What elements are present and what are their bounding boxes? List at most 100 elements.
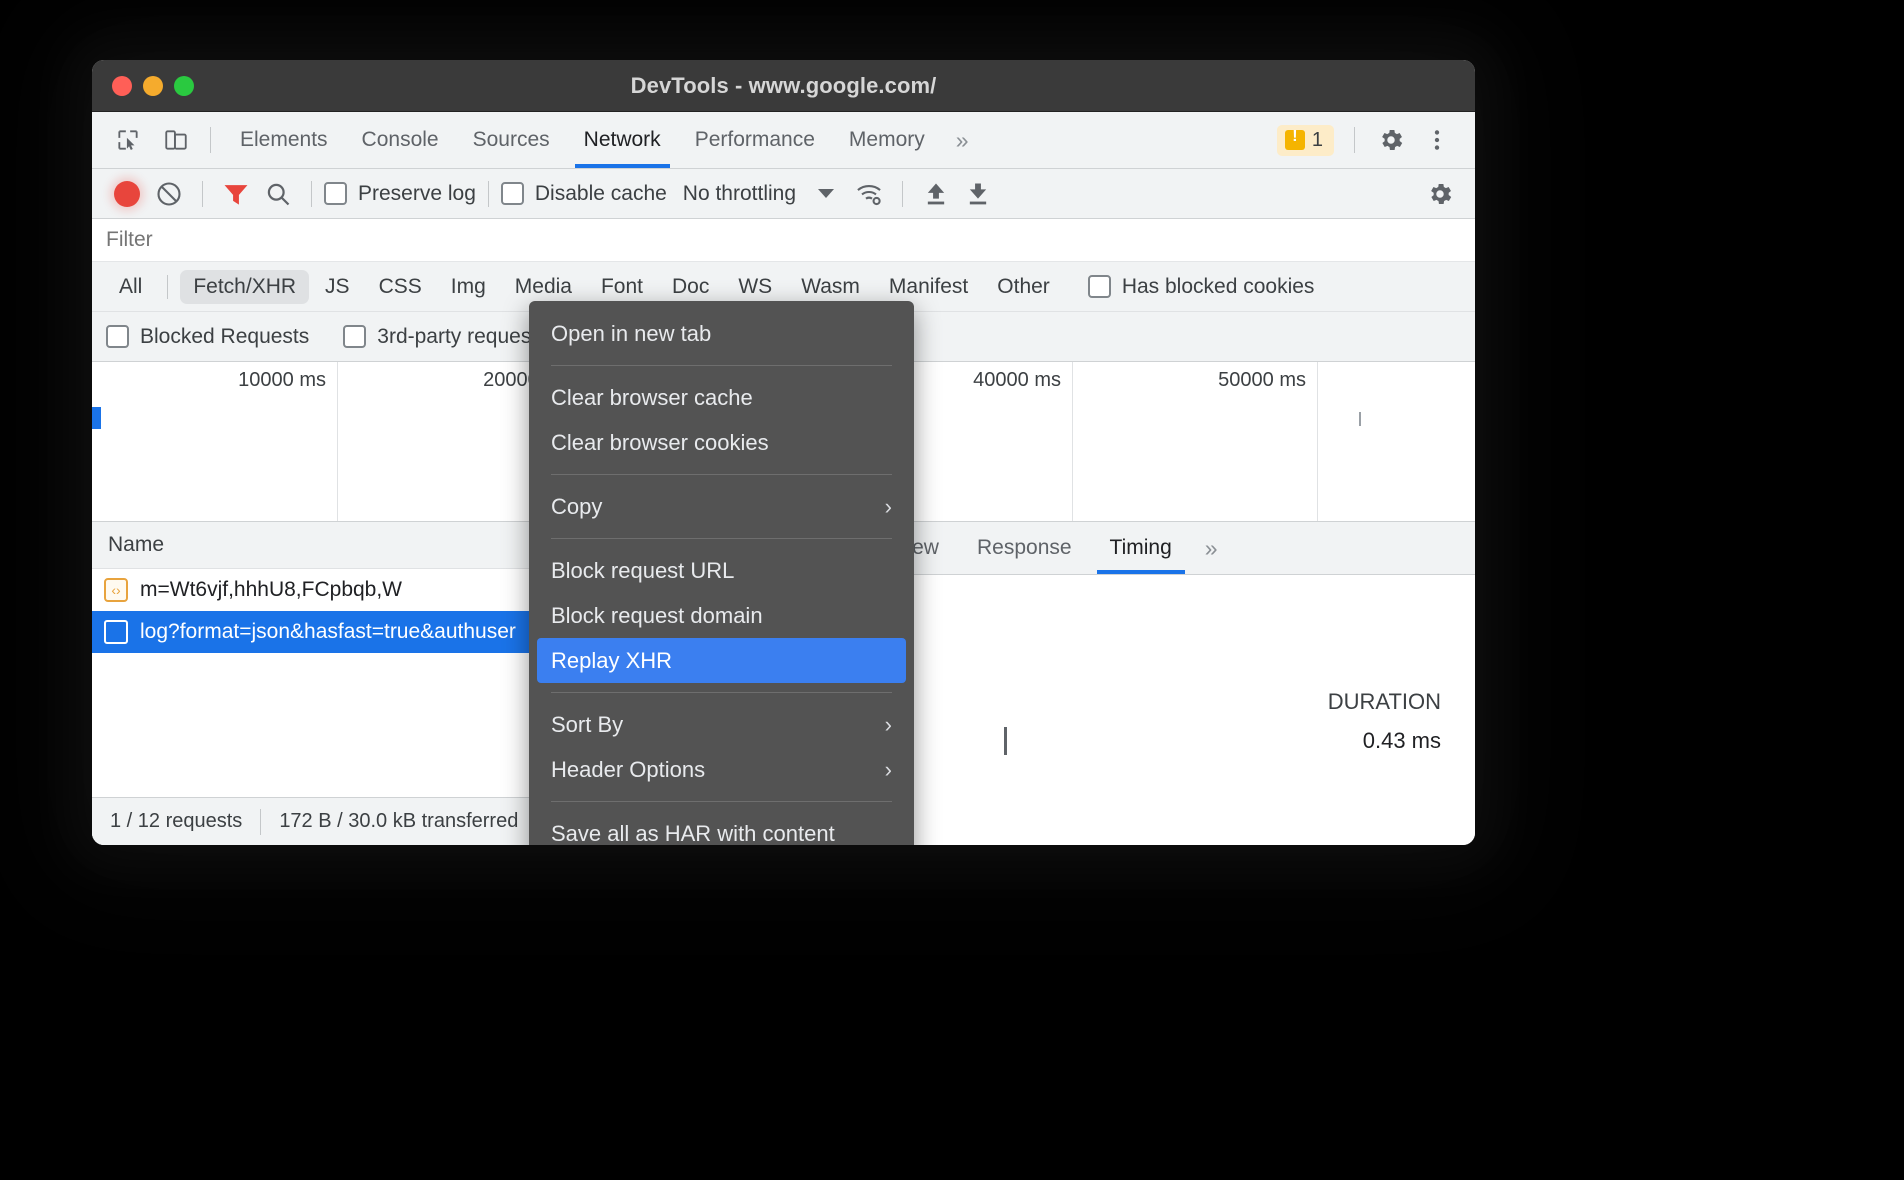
has-blocked-cookies-checkbox[interactable]: Has blocked cookies: [1088, 275, 1315, 299]
download-icon[interactable]: [957, 173, 999, 215]
menu-item-save-all-as-har[interactable]: Save all as HAR with content: [529, 811, 914, 845]
disable-cache-checkbox[interactable]: Disable cache: [501, 182, 667, 206]
type-filter-js[interactable]: JS: [312, 270, 363, 304]
menu-item-block-request-domain[interactable]: Block request domain: [529, 593, 914, 638]
network-settings-gear-icon[interactable]: [1419, 173, 1461, 215]
record-dot-icon: [114, 181, 140, 207]
tab-memory[interactable]: Memory: [832, 112, 942, 168]
menu-separator-1: [551, 365, 892, 366]
submenu-chevron-icon: ›: [885, 757, 892, 783]
warning-count-label: 1: [1312, 129, 1323, 152]
timing-row-track: [956, 727, 1363, 755]
menu-item-header-options[interactable]: Header Options ›: [529, 747, 914, 792]
type-filter-ws[interactable]: WS: [725, 270, 785, 304]
tab-elements[interactable]: Elements: [223, 112, 345, 168]
menu-item-sort-by[interactable]: Sort By ›: [529, 702, 914, 747]
tab-response[interactable]: Response: [958, 522, 1091, 574]
request-list-column-name[interactable]: Name: [92, 522, 599, 569]
search-button[interactable]: [257, 173, 299, 215]
menu-item-clear-browser-cookies[interactable]: Clear browser cookies: [529, 420, 914, 465]
minimize-window-button[interactable]: [143, 76, 163, 96]
request-row-0[interactable]: ‹› m=Wt6vjf,hhhU8,FCpbqb,W: [92, 569, 599, 611]
record-button[interactable]: [106, 173, 148, 215]
timing-bar-icon: [1004, 727, 1007, 755]
type-filter-doc[interactable]: Doc: [659, 270, 722, 304]
device-toolbar-icon[interactable]: [154, 118, 198, 162]
disable-cache-label: Disable cache: [535, 182, 667, 206]
more-tabs-chevron-icon[interactable]: »: [942, 112, 983, 168]
type-filter-font[interactable]: Font: [588, 270, 656, 304]
devtools-tabbar: Elements Console Sources Network Perform…: [92, 112, 1475, 169]
tab-console[interactable]: Console: [345, 112, 456, 168]
overview-gridline-1: [337, 362, 338, 521]
settings-gear-icon[interactable]: [1369, 118, 1413, 162]
throttling-dropdown[interactable]: No throttling: [683, 182, 834, 206]
more-vertical-icon[interactable]: [1415, 118, 1459, 162]
tab-timing[interactable]: Timing: [1091, 522, 1191, 574]
transferred-size: 172 B / 30.0 kB transferred: [279, 810, 518, 833]
menu-item-replay-xhr[interactable]: Replay XHR: [537, 638, 906, 683]
submenu-chevron-icon: ›: [885, 494, 892, 520]
type-filter-all[interactable]: All: [106, 270, 155, 304]
window-title: DevTools - www.google.com/: [92, 73, 1475, 99]
network-toolbar-right: [1419, 173, 1475, 215]
has-blocked-cookies-checkbox-box[interactable]: [1088, 275, 1111, 298]
fetch-xhr-icon: [104, 620, 128, 644]
toolbar-divider-4: [902, 181, 903, 207]
warning-count-badge[interactable]: 1: [1277, 125, 1334, 156]
third-party-requests-checkbox-box[interactable]: [343, 325, 366, 348]
filter-input[interactable]: [106, 228, 1461, 252]
menu-item-open-in-new-tab[interactable]: Open in new tab: [529, 311, 914, 356]
type-filter-other[interactable]: Other: [984, 270, 1063, 304]
wifi-settings-icon[interactable]: [848, 173, 890, 215]
toolbar-divider-3: [488, 181, 489, 207]
zoom-window-button[interactable]: [174, 76, 194, 96]
menu-item-header-options-label: Header Options: [551, 757, 705, 783]
chevron-down-icon: [818, 189, 834, 198]
menu-item-block-request-url[interactable]: Block request URL: [529, 548, 914, 593]
filter-row: [92, 219, 1475, 262]
tabbar-right-divider: [1354, 127, 1355, 153]
preserve-log-checkbox-box[interactable]: [324, 182, 347, 205]
menu-separator-5: [551, 801, 892, 802]
request-name-1: log?format=json&hasfast=true&authuser: [140, 620, 516, 644]
request-name-0: m=Wt6vjf,hhhU8,FCpbqb,W: [140, 578, 402, 602]
menu-item-clear-browser-cache[interactable]: Clear browser cache: [529, 375, 914, 420]
request-list-pane: Name ‹› m=Wt6vjf,hhhU8,FCpbqb,W log?form…: [92, 522, 600, 845]
type-filter-divider: [167, 275, 168, 299]
tab-performance[interactable]: Performance: [678, 112, 832, 168]
menu-item-sort-by-label: Sort By: [551, 712, 623, 738]
close-window-button[interactable]: [112, 76, 132, 96]
type-filter-fetchxhr[interactable]: Fetch/XHR: [180, 270, 309, 304]
disable-cache-checkbox-box[interactable]: [501, 182, 524, 205]
type-filter-css[interactable]: CSS: [366, 270, 435, 304]
blocked-requests-checkbox-box[interactable]: [106, 325, 129, 348]
script-doc-icon: ‹›: [104, 578, 128, 602]
devtools-window: DevTools - www.google.com/ Elements Cons…: [92, 60, 1475, 845]
overview-tick-1: 10000 ms: [238, 369, 337, 392]
tabbar-left-icons: [106, 118, 198, 162]
type-filter-manifest[interactable]: Manifest: [876, 270, 981, 304]
clear-button[interactable]: [148, 173, 190, 215]
status-divider: [260, 809, 261, 835]
tabbar-right-icons: 1: [1277, 118, 1475, 162]
type-filter-wasm[interactable]: Wasm: [788, 270, 873, 304]
toolbar-divider-2: [311, 181, 312, 207]
upload-icon[interactable]: [915, 173, 957, 215]
tab-network[interactable]: Network: [567, 112, 678, 168]
request-row-1[interactable]: log?format=json&hasfast=true&authuser: [92, 611, 599, 653]
overview-request-bar: [92, 407, 101, 429]
type-filter-img[interactable]: Img: [438, 270, 499, 304]
blocked-requests-checkbox[interactable]: Blocked Requests: [106, 325, 309, 349]
tab-sources[interactable]: Sources: [456, 112, 567, 168]
inspect-element-icon[interactable]: [106, 118, 150, 162]
menu-separator-4: [551, 692, 892, 693]
tabbar-divider: [210, 127, 211, 153]
menu-item-copy[interactable]: Copy ›: [529, 484, 914, 529]
third-party-requests-checkbox[interactable]: 3rd-party requests: [343, 325, 547, 349]
type-filter-media[interactable]: Media: [502, 270, 585, 304]
filter-button[interactable]: [215, 173, 257, 215]
more-detail-tabs-chevron-icon[interactable]: »: [1191, 522, 1232, 574]
overview-gridline-5: [1317, 362, 1318, 521]
preserve-log-checkbox[interactable]: Preserve log: [324, 182, 476, 206]
